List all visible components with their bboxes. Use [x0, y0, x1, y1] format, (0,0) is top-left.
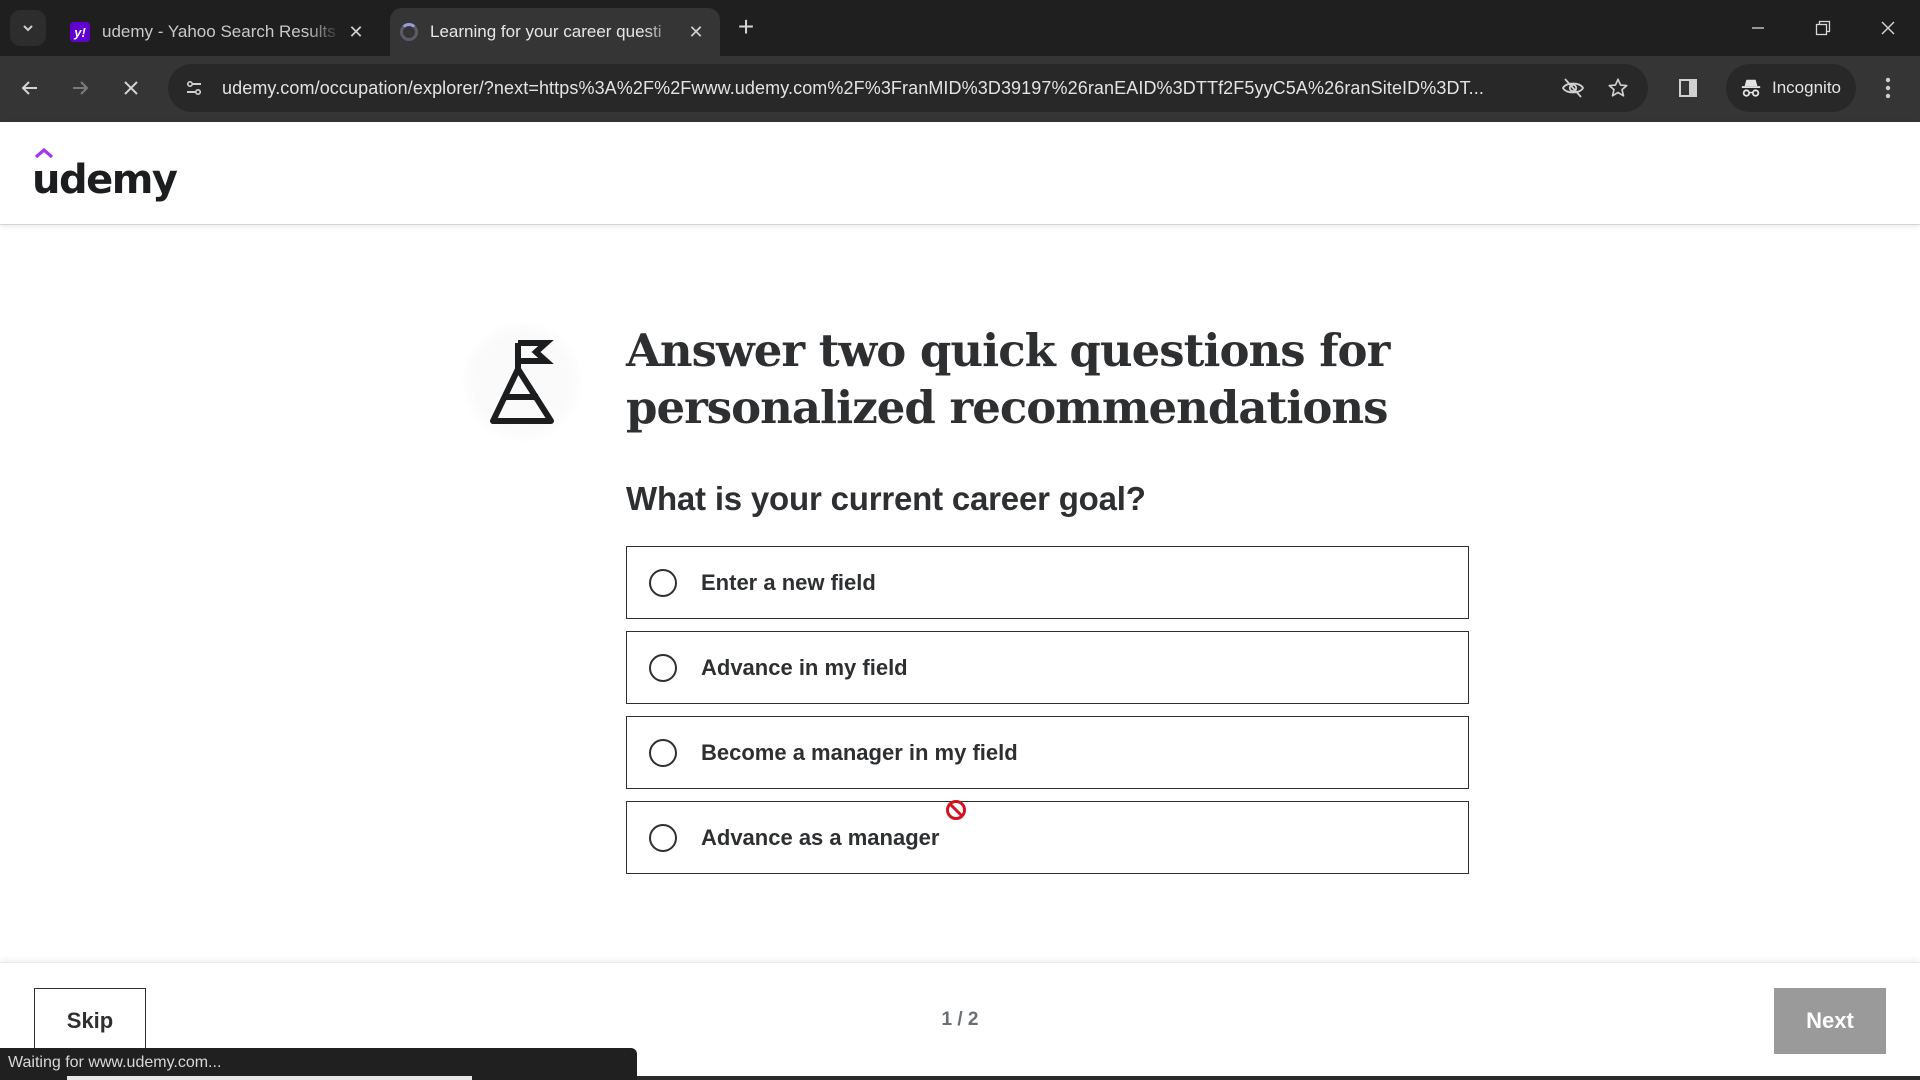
tab-title: Learning for your career questi: [430, 22, 662, 41]
tab-search-button[interactable]: [10, 10, 46, 46]
minimize-icon: [1752, 27, 1764, 29]
site-settings-button[interactable]: [176, 70, 212, 106]
step-indicator: 1 / 2: [941, 1009, 979, 1030]
option-advance-as-manager[interactable]: Advance as a manager: [626, 801, 1469, 874]
option-become-manager[interactable]: Become a manager in my field: [626, 716, 1469, 789]
logo-wordmark: udemy: [32, 157, 178, 203]
career-goal-options: Enter a new field Advance in my field Be…: [626, 546, 1469, 886]
minimize-button[interactable]: [1738, 10, 1778, 46]
tracking-protection-button[interactable]: [1555, 70, 1591, 106]
close-icon: [124, 81, 138, 95]
close-icon: [1881, 21, 1895, 35]
career-flag-illustration: [462, 322, 582, 442]
loading-spinner-icon: [400, 23, 418, 41]
incognito-label: Incognito: [1772, 78, 1841, 97]
window-bottom-edge: [637, 1076, 1920, 1080]
udemy-logo[interactable]: udemy: [32, 146, 178, 203]
not-allowed-cursor-icon: [946, 800, 966, 820]
close-tab-icon[interactable]: ✕: [342, 18, 370, 46]
side-panel-button[interactable]: [1670, 70, 1706, 106]
more-vertical-icon: [1885, 77, 1891, 99]
browser-menu-button[interactable]: [1874, 70, 1902, 106]
restore-button[interactable]: [1803, 10, 1843, 46]
tab-title: udemy - Yahoo Search Results: [102, 22, 336, 41]
logo-caret-icon: [35, 148, 53, 158]
stop-loading-button[interactable]: [113, 70, 149, 106]
mountain-flag-icon: [490, 340, 554, 424]
url-text[interactable]: udemy.com/occupation/explorer/?next=http…: [222, 78, 1552, 99]
star-icon: [1608, 78, 1628, 97]
restore-icon: [1815, 20, 1831, 36]
chevron-down-icon: [23, 25, 33, 32]
browser-toolbar: udemy.com/occupation/explorer/?next=http…: [0, 56, 1920, 122]
forward-button[interactable]: [62, 70, 98, 106]
incognito-icon: [1740, 77, 1762, 99]
logo-text: udemy: [32, 148, 178, 203]
close-window-button[interactable]: [1868, 10, 1908, 46]
site-header: udemy: [0, 122, 1920, 224]
option-label: Enter a new field: [701, 569, 876, 595]
bookmark-button[interactable]: [1600, 70, 1636, 106]
skip-button[interactable]: Skip: [34, 988, 146, 1054]
option-label: Advance as a manager: [701, 824, 940, 850]
loading-progress-bar: [67, 1076, 472, 1080]
side-panel-icon: [1679, 79, 1697, 97]
option-advance-in-field[interactable]: Advance in my field: [626, 631, 1469, 704]
arrow-left-icon: [21, 81, 37, 95]
new-tab-button[interactable]: +: [732, 13, 760, 42]
arrow-right-icon: [73, 81, 89, 95]
tab-udemy-career[interactable]: Learning for your career questi ✕: [390, 8, 720, 56]
radio-button[interactable]: [649, 738, 677, 767]
tune-icon: [186, 80, 202, 96]
status-text: Waiting for www.udemy.com...: [8, 1054, 222, 1071]
radio-button[interactable]: [649, 568, 677, 597]
yahoo-icon: y!: [70, 22, 90, 42]
option-label: Become a manager in my field: [701, 739, 1018, 765]
question-heading: What is your current career goal?: [626, 480, 1146, 517]
back-button[interactable]: [12, 70, 48, 106]
address-bar[interactable]: udemy.com/occupation/explorer/?next=http…: [168, 64, 1648, 112]
close-tab-icon[interactable]: ✕: [682, 18, 710, 46]
option-label: Advance in my field: [701, 654, 908, 680]
next-button[interactable]: Next: [1774, 988, 1886, 1054]
radio-button[interactable]: [649, 823, 677, 852]
eye-off-icon: [1561, 78, 1585, 98]
radio-button[interactable]: [649, 653, 677, 682]
browser-tab-strip: y! udemy - Yahoo Search Results ✕ Learni…: [0, 0, 1920, 56]
option-enter-new-field[interactable]: Enter a new field: [626, 546, 1469, 619]
tab-yahoo-search[interactable]: y! udemy - Yahoo Search Results ✕: [60, 8, 380, 56]
incognito-profile-button[interactable]: Incognito: [1726, 64, 1856, 112]
page-headline: Answer two quick questions for personali…: [626, 324, 1390, 434]
